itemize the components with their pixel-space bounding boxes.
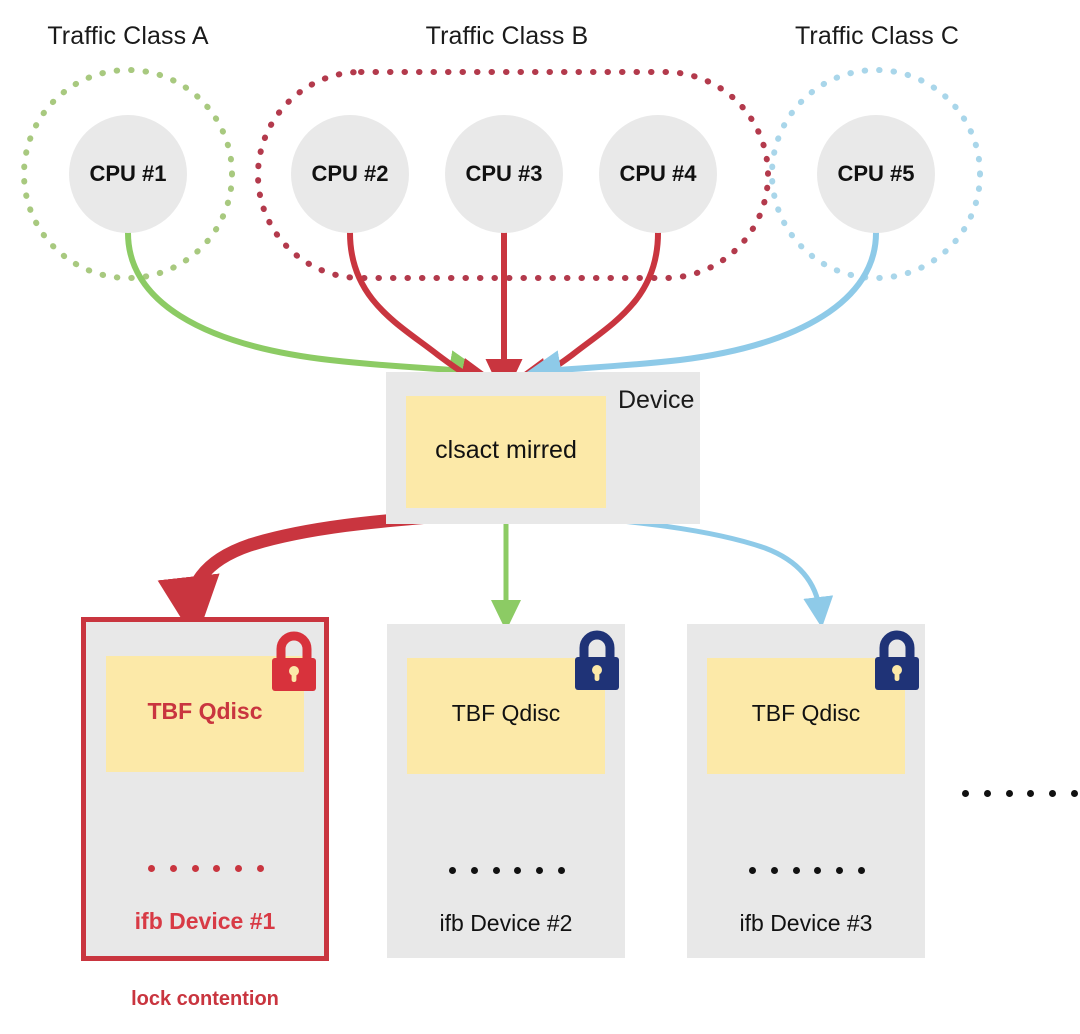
diagram-canvas: Traffic Class A Traffic Class B Traffic … — [0, 0, 1080, 1034]
class-b-title: Traffic Class B — [425, 22, 589, 50]
device-label: Device — [618, 386, 695, 414]
ifb-device-1-ellipsis — [148, 864, 264, 872]
ifb-device-3-ellipsis — [749, 866, 865, 874]
class-c-title: Traffic Class C — [794, 22, 960, 50]
ifb-device-3-qdisc-label: TBF Qdisc — [751, 700, 861, 726]
flow-clsact-to-ifb1 — [157, 504, 502, 642]
cpu-4-label: CPU #4 — [619, 161, 697, 186]
ifb-device-2-qdisc-label: TBF Qdisc — [451, 700, 561, 726]
more-devices-ellipsis — [962, 789, 1078, 797]
cpu-5-label: CPU #5 — [837, 161, 915, 186]
flow-cpu4-to-clsact — [507, 230, 661, 395]
ifb-device-2-label: ifb Device #2 — [439, 910, 573, 936]
cpu-3-label: CPU #3 — [465, 161, 543, 186]
lock-icon-red — [272, 631, 316, 691]
flow-cpu1-to-clsact — [125, 230, 489, 388]
lock-icon-navy-2 — [575, 630, 619, 690]
clsact-mirred-label: clsact mirred — [435, 436, 577, 464]
class-a-title: Traffic Class A — [47, 22, 209, 50]
ifb-device-2-ellipsis — [449, 866, 565, 874]
ifb-device-1-label: ifb Device #1 — [134, 908, 276, 934]
flow-cpu2-to-clsact — [347, 230, 501, 395]
cpu-1-label: CPU #1 — [89, 161, 167, 186]
ifb-device-3-label: ifb Device #3 — [739, 910, 873, 936]
flow-clsact-to-ifb3 — [515, 508, 834, 628]
ifb-device-1-qdisc-label: TBF Qdisc — [147, 698, 263, 724]
lock-icon-navy-3 — [875, 630, 919, 690]
flow-cpu5-to-clsact — [521, 230, 879, 388]
lock-contention-caption: lock contention — [131, 988, 279, 1010]
cpu-2-label: CPU #2 — [311, 161, 389, 186]
